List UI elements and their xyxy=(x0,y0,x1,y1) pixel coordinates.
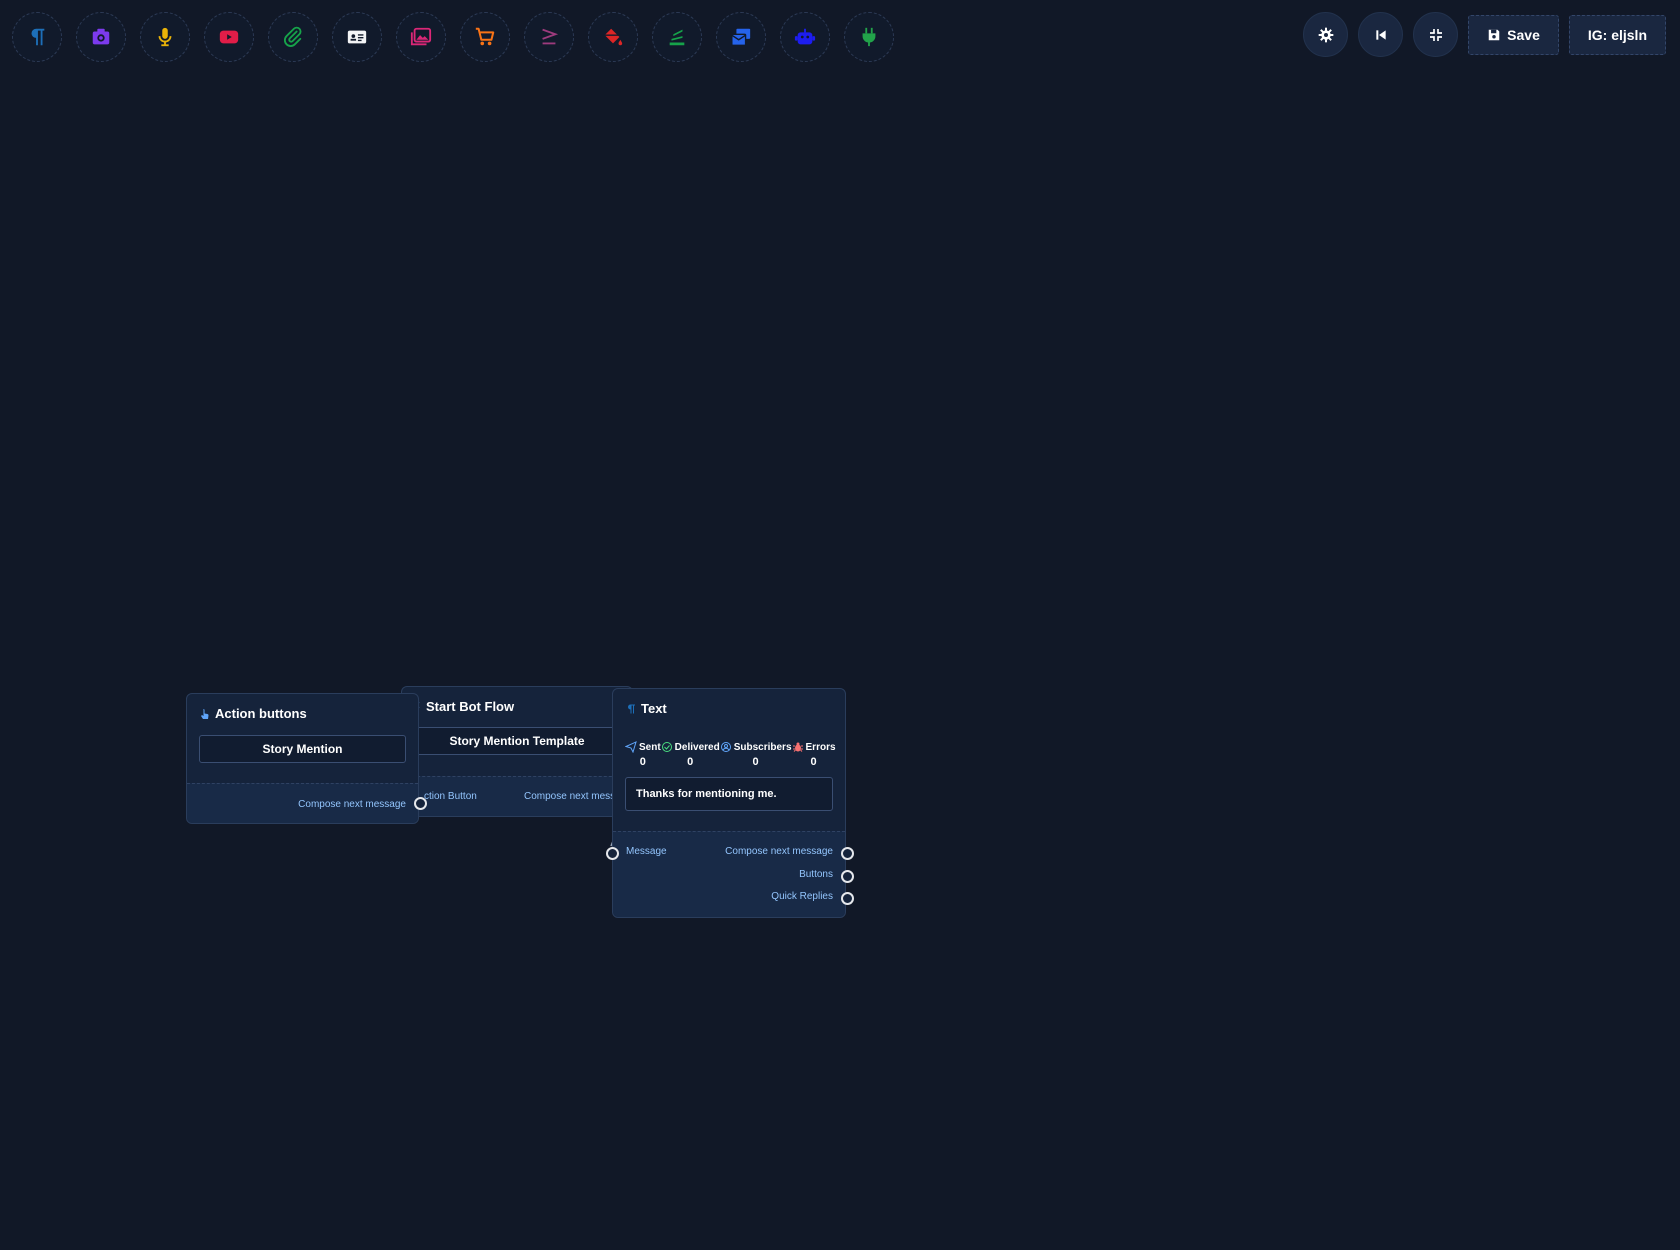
check-circle-icon xyxy=(661,742,672,752)
greater-equal-icon xyxy=(542,28,559,45)
email-tool-button[interactable] xyxy=(716,12,766,62)
canvas-controls: Save IG: eljsln xyxy=(1303,12,1666,57)
user-circle-icon xyxy=(720,742,731,752)
ecommerce-tool-button[interactable] xyxy=(460,12,510,62)
save-button[interactable]: Save xyxy=(1468,14,1559,55)
paperclip-icon xyxy=(284,26,302,47)
text-out-quick-port[interactable] xyxy=(841,892,854,905)
images-icon xyxy=(410,27,432,46)
message-preview[interactable]: Thanks for mentioning me. xyxy=(625,777,833,811)
text-tool-button[interactable] xyxy=(12,12,62,62)
text-in-label: Message xyxy=(626,846,667,857)
text-node-title: Text xyxy=(625,701,667,716)
carousel-tool-button[interactable] xyxy=(396,12,446,62)
stat-errors: Errors 0 xyxy=(792,741,836,768)
action-buttons-out-port[interactable] xyxy=(414,797,427,810)
text-out-compose-label: Compose next message xyxy=(725,846,833,857)
connection-wires xyxy=(406,797,638,847)
card-tool-button[interactable] xyxy=(332,12,382,62)
envelopes-icon xyxy=(731,28,751,46)
audio-tool-button[interactable] xyxy=(140,12,190,62)
start-flow-footer: ction Button Compose next messa xyxy=(402,776,632,816)
start-flow-template-pill[interactable]: Story Mention Template xyxy=(414,727,620,755)
integration-tool-button[interactable] xyxy=(844,12,894,62)
text-node[interactable]: Text Sent 0 Delivered 0 Subscribers 0 Er… xyxy=(606,688,854,918)
sequence-tool-button[interactable] xyxy=(652,12,702,62)
ai-tool-button[interactable] xyxy=(780,12,830,62)
back-to-start-button[interactable] xyxy=(1358,12,1404,57)
step-backward-icon xyxy=(1376,29,1386,40)
action-buttons-title: Action buttons xyxy=(199,706,307,721)
element-toolbar xyxy=(12,12,894,62)
video-tool-button[interactable] xyxy=(204,12,254,62)
settings-button[interactable] xyxy=(1303,12,1349,57)
stack-icon xyxy=(669,29,685,46)
account-button[interactable]: IG: eljsln xyxy=(1568,14,1666,55)
camera-icon xyxy=(92,28,110,45)
text-out-buttons-port[interactable] xyxy=(841,870,854,883)
stat-subscribers: Subscribers 0 xyxy=(720,741,792,768)
gear-icon xyxy=(1318,27,1334,42)
action-buttons-out-label: Compose next message xyxy=(298,799,406,810)
start-flow-out-label: Compose next messa xyxy=(524,791,621,802)
save-label: Save xyxy=(1507,26,1540,43)
text-out-quick-label: Quick Replies xyxy=(771,891,833,902)
start-flow-in-label: ction Button xyxy=(424,791,477,802)
robot-icon xyxy=(794,28,816,45)
image-tool-button[interactable] xyxy=(76,12,126,62)
file-tool-button[interactable] xyxy=(268,12,318,62)
story-mention-pill[interactable]: Story Mention xyxy=(199,735,406,763)
save-icon xyxy=(1488,29,1500,40)
stat-delivered: Delivered 0 xyxy=(661,741,720,768)
text-node-footer: Message Compose next message Buttons Qui… xyxy=(613,831,845,917)
account-label: IG: eljsln xyxy=(1587,26,1647,43)
condition-tool-button[interactable] xyxy=(524,12,574,62)
action-tool-button[interactable] xyxy=(588,12,638,62)
microphone-icon xyxy=(158,27,172,47)
start-bot-flow-node[interactable]: Start Bot Flow Story Mention Template ct… xyxy=(401,686,633,817)
cart-icon xyxy=(475,27,495,46)
text-out-compose-port[interactable] xyxy=(841,847,854,860)
action-buttons-node[interactable]: Action buttons Story Mention Compose nex… xyxy=(186,693,427,824)
paragraph-icon xyxy=(628,704,635,713)
start-flow-title: Start Bot Flow xyxy=(410,699,514,714)
action-buttons-footer: Compose next message xyxy=(187,783,418,823)
stat-sent: Sent 0 xyxy=(625,741,661,768)
youtube-icon xyxy=(219,30,239,44)
id-card-icon xyxy=(347,30,367,44)
plug-icon xyxy=(862,27,876,47)
paragraph-icon xyxy=(31,28,45,46)
fill-drip-icon xyxy=(604,28,623,46)
text-in-port[interactable] xyxy=(606,847,619,860)
text-node-stats: Sent 0 Delivered 0 Subscribers 0 Errors … xyxy=(625,741,836,768)
paper-plane-icon xyxy=(625,741,637,753)
text-out-buttons-label: Buttons xyxy=(799,869,833,880)
hand-pointer-icon xyxy=(201,708,209,719)
bug-icon xyxy=(792,742,803,752)
compress-icon xyxy=(1429,28,1442,41)
compress-button[interactable] xyxy=(1413,12,1459,57)
